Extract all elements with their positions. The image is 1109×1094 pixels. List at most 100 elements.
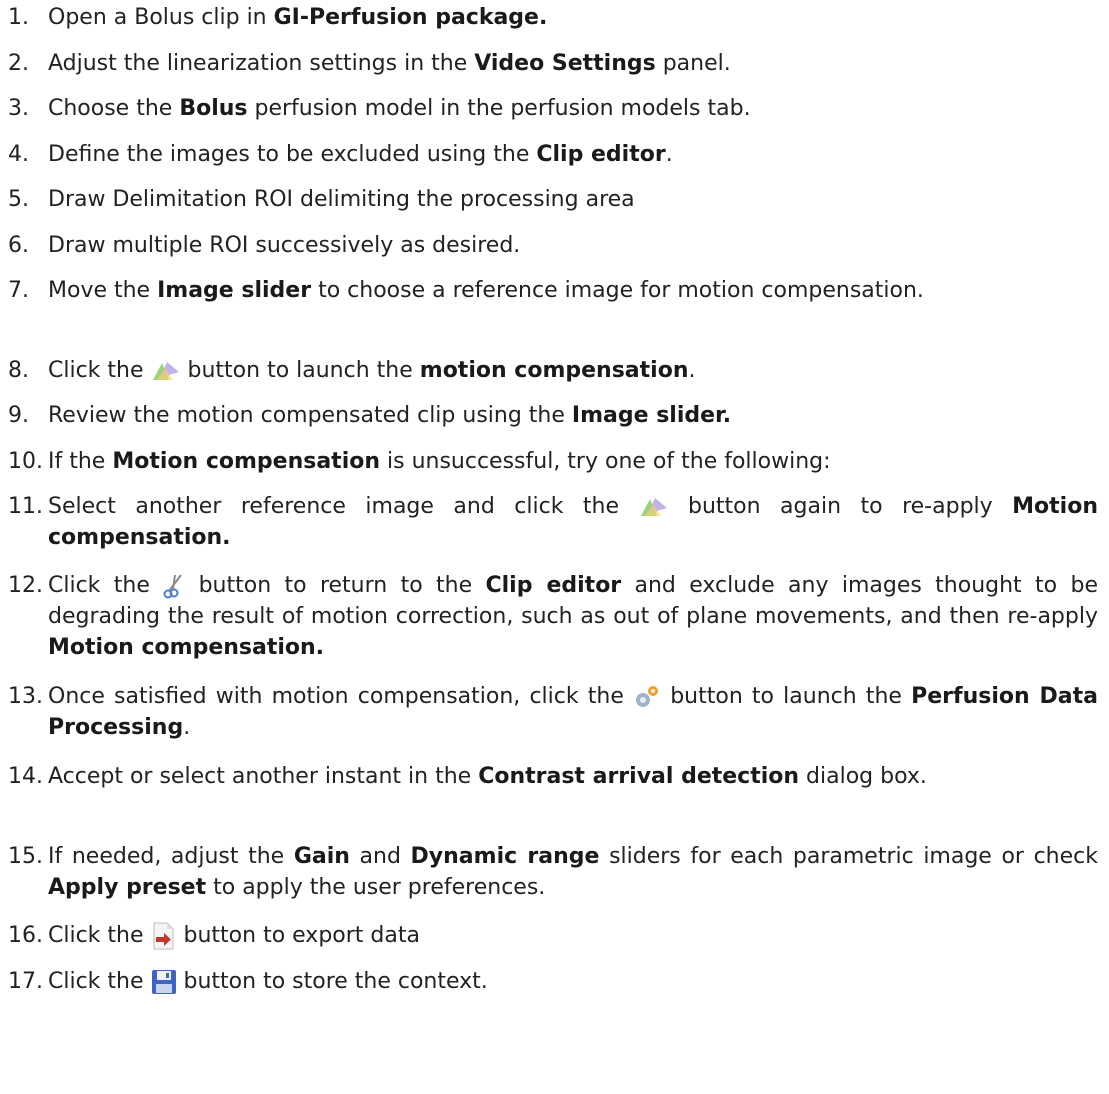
text-run: to apply the user preferences. <box>206 875 546 900</box>
list-item: 3. Choose the Bolus perfusion model in th… <box>0 93 1098 124</box>
list-item-number: 4. <box>8 142 29 167</box>
bold-term: Clip editor <box>536 142 666 167</box>
text-run: Select another reference image and click… <box>48 494 639 519</box>
bold-term: Gain <box>293 844 350 869</box>
text-run: Click the <box>48 573 164 598</box>
bold-term: Clip editor <box>485 573 622 598</box>
list-item-text: Choose the Bolus perfusion model in the … <box>48 93 1098 124</box>
text-run: . <box>665 142 673 167</box>
list-item: 10. If the Motion compensation is unsucce… <box>0 446 1098 477</box>
list-item-number: 17. <box>8 969 43 994</box>
list-item-number: 3. <box>8 96 29 121</box>
list-item: 8. Click the button to launch the motion … <box>0 355 1098 386</box>
list-item-number: 2. <box>8 51 29 76</box>
text-run: to choose a reference image for motion c… <box>311 278 924 303</box>
list-item: 1. Open a Bolus clip in GI-Perfusion pack… <box>0 2 1098 33</box>
list-item-number: 14. <box>8 764 43 789</box>
list-item: 17. Click the button to store the context… <box>0 966 1098 997</box>
list-item-number: 16. <box>8 923 43 948</box>
bold-term: Contrast arrival detection <box>478 764 800 789</box>
list-item-number: 9. <box>8 403 29 428</box>
text-run: dialog box. <box>799 764 927 789</box>
text-run: button to export data <box>176 923 420 948</box>
list-item: 7. Move the Image slider to choose a refe… <box>0 275 1098 306</box>
text-run: perfusion model in the perfusion models … <box>247 96 751 121</box>
bold-term: GI-Perfusion package. <box>273 5 548 30</box>
text-run: Click the <box>48 969 151 994</box>
list-item-text: Draw multiple ROI successively as desire… <box>48 230 1098 261</box>
list-item-number: 15. <box>8 844 43 869</box>
text-run: button again to re-apply <box>668 494 1013 519</box>
list-item-text: Adjust the linearization settings in the… <box>48 48 1098 79</box>
list-item: 11. Select another reference image and cl… <box>0 491 1098 553</box>
bold-term: Video Settings <box>474 51 656 76</box>
list-item-text: Review the motion compensated clip using… <box>48 400 1098 431</box>
list-item-number: 13. <box>8 684 43 709</box>
scissors-icon <box>163 573 185 599</box>
text-run: Accept or select another instant in the <box>48 764 479 789</box>
list-item-number: 10. <box>8 449 43 474</box>
bold-term: Apply preset <box>48 875 207 900</box>
text-run: Open a Bolus clip in <box>48 5 274 30</box>
text-run: sliders for each parametric image or che… <box>599 844 1098 869</box>
text-run: and <box>349 844 411 869</box>
list-item-text: Define the images to be excluded using t… <box>48 139 1098 170</box>
text-run: Define the images to be excluded using t… <box>48 142 537 167</box>
list-item: 14. Accept or select another instant in t… <box>0 761 1098 792</box>
bold-term: Bolus <box>179 96 248 121</box>
list-item-text: Draw Delimitation ROI delimiting the pro… <box>48 184 1098 215</box>
text-run: If needed, adjust the <box>48 844 294 869</box>
text-run: Choose the <box>48 96 180 121</box>
list-item: 2. Adjust the linearization settings in t… <box>0 48 1098 79</box>
list-item: 9. Review the motion compensated clip usi… <box>0 400 1098 431</box>
list-item: 13. Once satisfied with motion compensati… <box>0 681 1098 743</box>
bold-term: Dynamic range <box>410 844 600 869</box>
motion-compensation-icon <box>151 360 181 382</box>
save-icon <box>151 969 177 995</box>
text-run: is unsuccessful, try one of the followin… <box>380 449 831 474</box>
list-item-number: 7. <box>8 278 29 303</box>
list-item-text: Click the button to launch the motion co… <box>48 355 1098 386</box>
text-run: button to launch the <box>180 358 420 383</box>
list-item-number: 1. <box>8 5 29 30</box>
motion-compensation-icon <box>639 496 669 518</box>
list-item-text: Click the button to export data <box>48 920 1098 951</box>
bold-term: motion compensation <box>419 358 689 383</box>
text-run: button to launch the <box>661 684 912 709</box>
list-item-text: Accept or select another instant in the … <box>48 761 1098 792</box>
list-item-number: 5. <box>8 187 29 212</box>
list-item: 5. Draw Delimitation ROI delimiting the p… <box>0 184 1098 215</box>
gears-icon <box>633 684 661 710</box>
bold-term: Motion compensation. <box>48 635 325 660</box>
list-item: 12. Click the button to return to the Cli… <box>0 570 1098 663</box>
text-run: Draw multiple ROI successively as desire… <box>48 233 521 258</box>
text-run: Click the <box>48 358 151 383</box>
text-run: Once satisfied with motion compensation,… <box>48 684 634 709</box>
text-run: Click the <box>48 923 151 948</box>
bold-term: Image slider <box>157 278 312 303</box>
list-item-number: 12. <box>8 573 43 598</box>
list-item-text: Select another reference image and click… <box>48 491 1098 553</box>
text-run: Adjust the linearization settings in the <box>48 51 475 76</box>
list-item-text: Once satisfied with motion compensation,… <box>48 681 1098 743</box>
list-item: 16. Click the button to export data <box>0 920 1098 951</box>
list-item-text: If needed, adjust the Gain and Dynamic r… <box>48 841 1098 903</box>
text-run: Review the motion compensated clip using… <box>48 403 572 428</box>
text-run: . <box>688 358 696 383</box>
text-run: . <box>183 715 191 740</box>
bold-term: Image slider. <box>571 403 732 428</box>
text-run: Draw Delimitation ROI delimiting the pro… <box>48 187 635 212</box>
text-run: Move the <box>48 278 158 303</box>
list-item-text: If the Motion compensation is unsuccessf… <box>48 446 1098 477</box>
list-item-number: 11. <box>8 494 43 519</box>
bold-term: Motion compensation <box>112 449 381 474</box>
text-run: panel. <box>655 51 731 76</box>
list-item-text: Click the button to store the context. <box>48 966 1098 997</box>
list-item-text: Move the Image slider to choose a refere… <box>48 275 1098 306</box>
list-item-number: 8. <box>8 358 29 383</box>
list-item-number: 6. <box>8 233 29 258</box>
text-run: If the <box>48 449 113 474</box>
text-run: button to return to the <box>185 573 486 598</box>
list-item-text: Click the button to return to the Clip e… <box>48 570 1098 663</box>
list-item: 4. Define the images to be excluded using… <box>0 139 1098 170</box>
